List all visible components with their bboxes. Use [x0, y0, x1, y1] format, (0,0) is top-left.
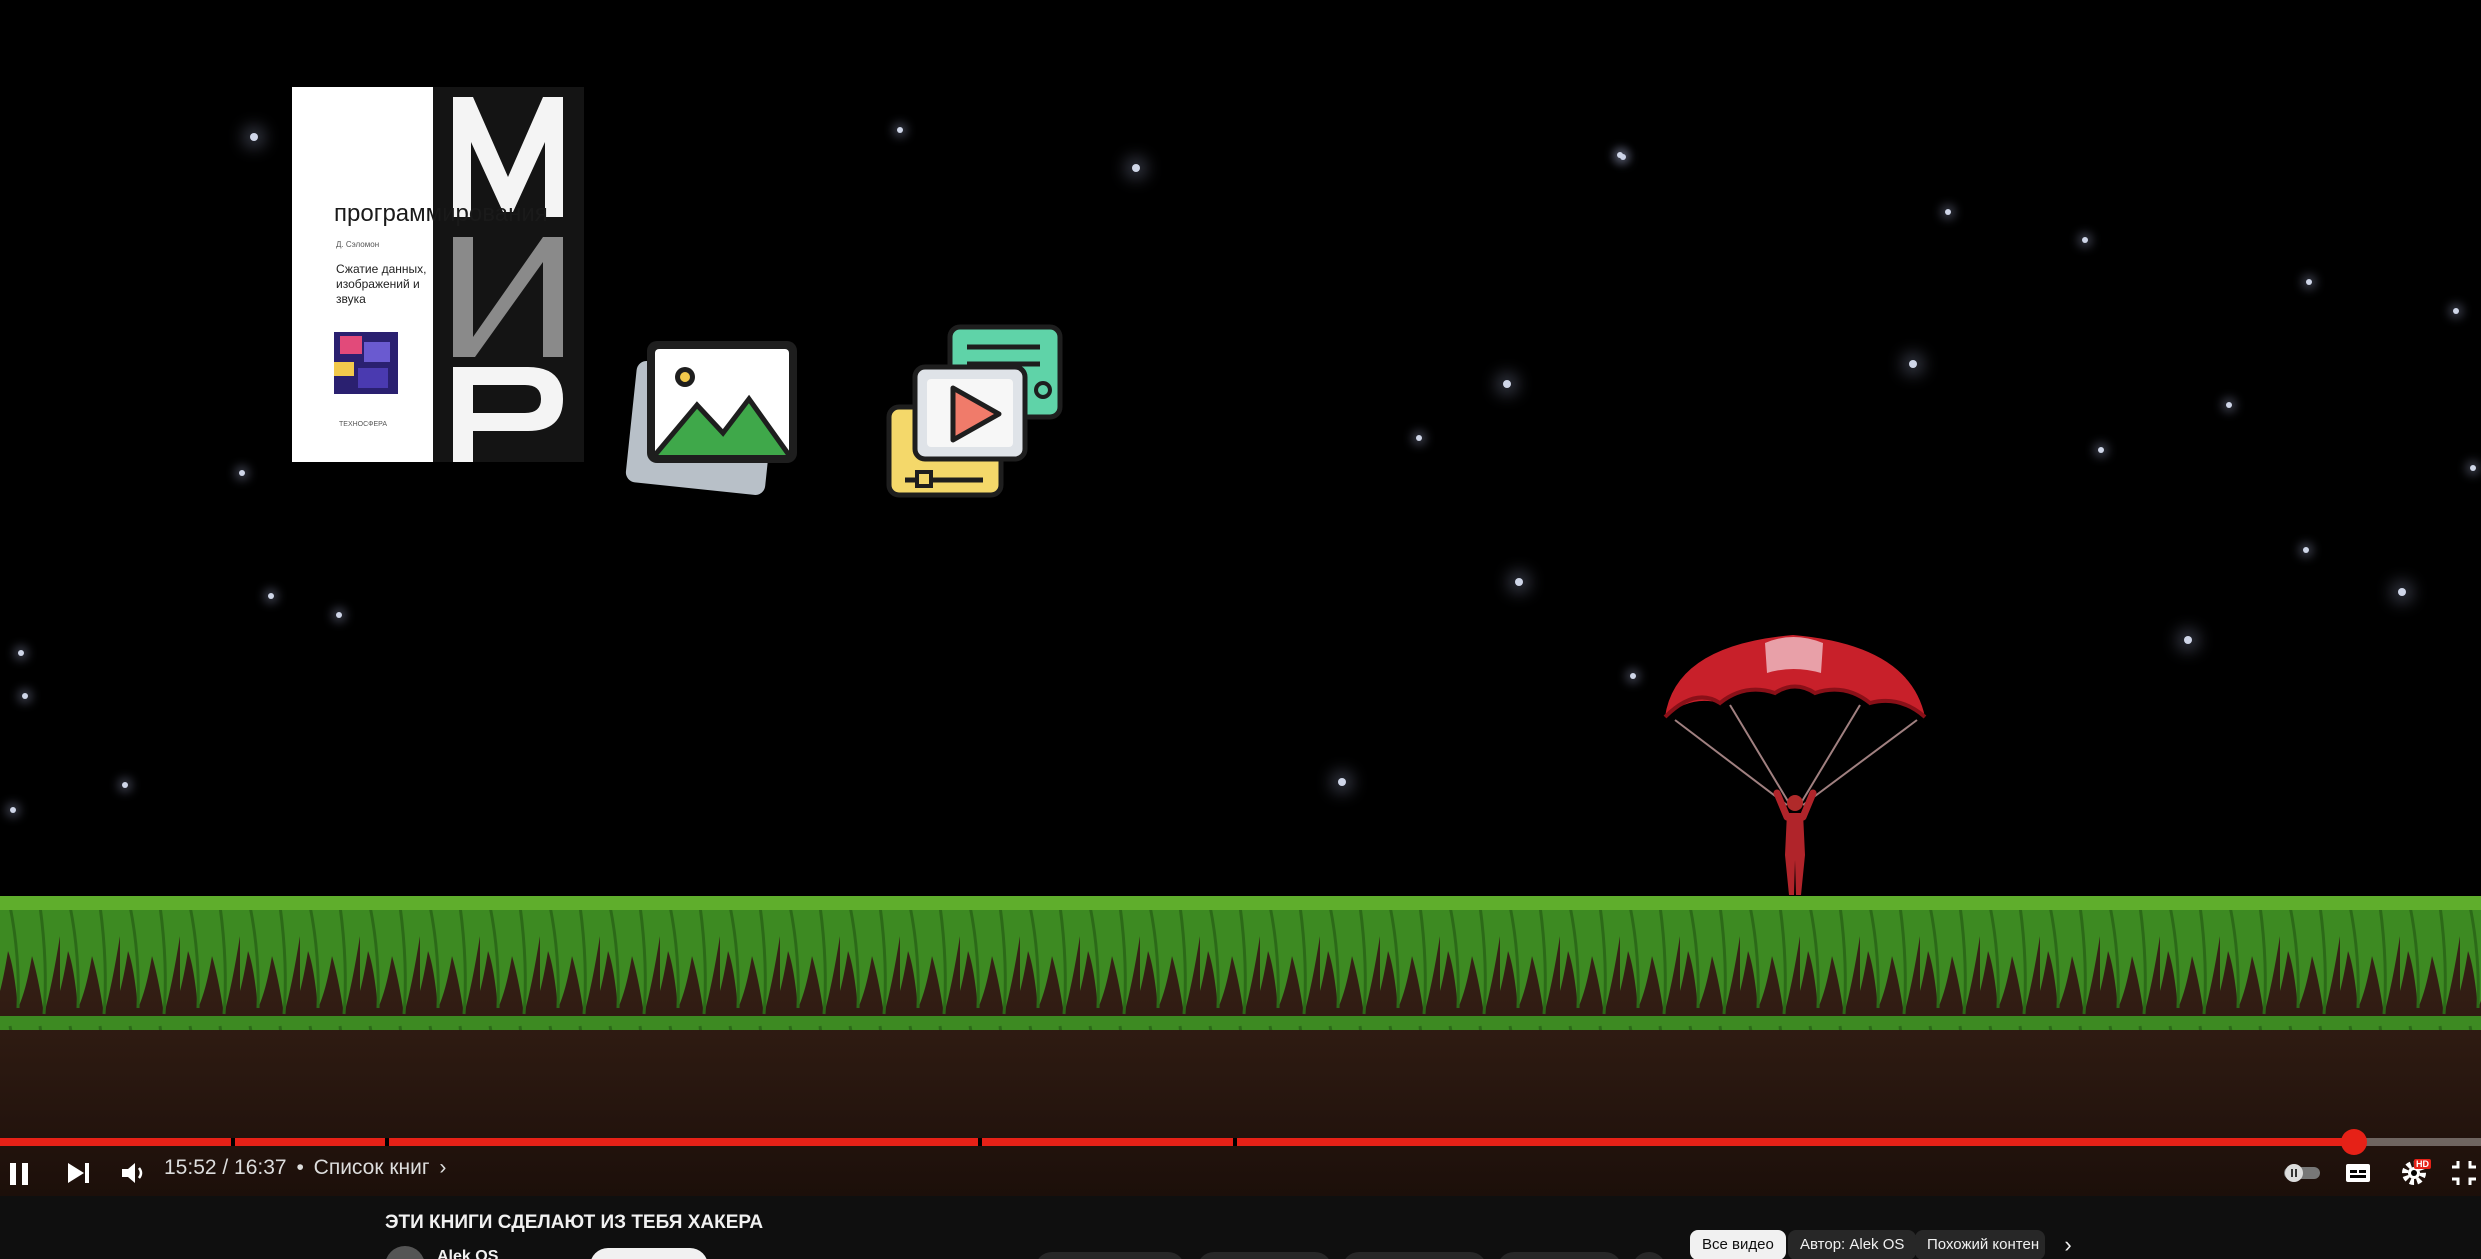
media-files-icon	[886, 324, 1063, 498]
star	[2470, 465, 2476, 471]
star	[18, 650, 24, 656]
book-title: программирования	[334, 200, 548, 227]
video-title: ЭТИ КНИГИ СДЕЛАЮТ ИЗ ТЕБЯ ХАКЕРА	[385, 1212, 764, 1233]
star	[1338, 778, 1346, 786]
star	[2082, 237, 2088, 243]
star	[239, 470, 245, 476]
hd-badge: HD	[2414, 1159, 2431, 1169]
autoplay-toggle[interactable]	[2280, 1150, 2324, 1196]
star	[1945, 209, 1951, 215]
skip-next-icon	[68, 1163, 89, 1183]
autoplay-toggle-icon	[2284, 1164, 2320, 1182]
star	[1132, 164, 1140, 172]
star	[10, 807, 16, 813]
more-actions-button[interactable]	[1632, 1252, 1666, 1259]
mute-button[interactable]	[116, 1150, 148, 1196]
time-and-chapter: 15:52 / 16:37 • Список книг ›	[164, 1156, 446, 1180]
chapter-marker	[384, 1138, 389, 1146]
next-button[interactable]	[62, 1150, 94, 1196]
star	[22, 693, 28, 699]
star	[1617, 152, 1623, 158]
avatar[interactable]	[385, 1246, 425, 1259]
chapter-title[interactable]: Список книг	[314, 1156, 430, 1179]
star	[1503, 380, 1511, 388]
chip-related[interactable]: Похожий контен	[1915, 1230, 2045, 1259]
chapter-marker	[230, 1138, 235, 1146]
book-cover-art	[334, 332, 398, 394]
star	[2303, 547, 2309, 553]
subscribe-button[interactable]	[590, 1248, 708, 1259]
chip-all-videos[interactable]: Все видео	[1690, 1230, 1786, 1259]
star	[1909, 360, 1917, 368]
book-letters-mir	[433, 87, 584, 462]
chapter-marker	[977, 1138, 982, 1146]
star	[1515, 578, 1523, 586]
download-button[interactable]	[1497, 1252, 1622, 1259]
progress-bar[interactable]	[0, 1138, 2481, 1146]
save-button[interactable]	[1342, 1252, 1487, 1259]
settings-button[interactable]: HD	[2398, 1150, 2434, 1196]
star	[268, 593, 274, 599]
video-info-strip: ЭТИ КНИГИ СДЕЛАЮТ ИЗ ТЕБЯ ХАКЕРА Alek OS…	[0, 1196, 2481, 1259]
star	[2098, 447, 2104, 453]
chips-next-chevron-icon[interactable]: ›	[2056, 1230, 2080, 1259]
star	[2398, 588, 2406, 596]
volume-icon	[122, 1163, 143, 1183]
time-display: 15:52 / 16:37	[164, 1156, 287, 1179]
star	[250, 133, 258, 141]
star	[1416, 435, 1422, 441]
star	[2306, 279, 2312, 285]
pause-button[interactable]	[4, 1150, 36, 1196]
subtitles-button[interactable]	[2342, 1150, 2378, 1196]
book-cover: программирования Д. Сэломон Сжатие данны…	[292, 87, 584, 462]
chevron-right-icon[interactable]: ›	[439, 1156, 446, 1179]
book-author: Д. Сэломон	[336, 240, 380, 249]
subtitles-icon	[2346, 1164, 2370, 1182]
chip-author[interactable]: Автор: Alek OS	[1788, 1230, 1917, 1259]
book-subtitle: Сжатие данных, изображений и звука	[336, 262, 427, 306]
star	[2184, 636, 2192, 644]
star	[897, 127, 903, 133]
star	[2453, 308, 2459, 314]
exit-fullscreen-button[interactable]	[2448, 1150, 2480, 1196]
image-gallery-icon	[625, 341, 797, 495]
parachutist	[1663, 635, 1927, 895]
pause-icon	[10, 1163, 28, 1185]
star	[1630, 673, 1636, 679]
exit-fullscreen-icon	[2452, 1161, 2476, 1185]
video-frame[interactable]: программирования Д. Сэломон Сжатие данны…	[0, 0, 2481, 1196]
star	[2226, 402, 2232, 408]
share-button[interactable]	[1197, 1252, 1332, 1259]
like-dislike-button[interactable]	[1035, 1252, 1185, 1259]
chapter-marker	[1233, 1138, 1238, 1146]
progress-played	[0, 1138, 2355, 1146]
star	[336, 612, 342, 618]
chapter-separator: •	[296, 1156, 304, 1179]
book-publisher: ТЕХНОСФЕРА	[339, 421, 388, 428]
channel-name[interactable]: Alek OS	[437, 1248, 498, 1259]
star	[122, 782, 128, 788]
